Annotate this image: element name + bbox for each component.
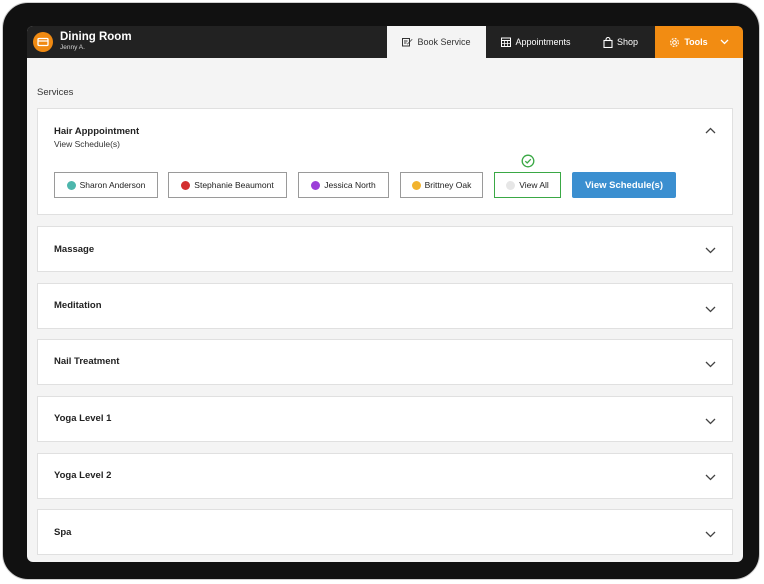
chevron-up-icon[interactable] [705, 127, 716, 134]
service-subtitle: View Schedule(s) [54, 139, 120, 149]
tab-label: Tools [684, 37, 708, 47]
color-dot [311, 180, 321, 190]
staff-name: Brittney Oak [424, 180, 472, 190]
service-title: Massage [54, 244, 95, 255]
calendar-icon [501, 37, 512, 47]
staff-chip-view-all[interactable]: View All [494, 172, 561, 198]
chevron-down-icon[interactable] [705, 418, 716, 425]
chevron-down-icon[interactable] [705, 531, 716, 538]
service-title: Nail Treatment [54, 356, 120, 367]
staff-chip-sharon-anderson[interactable]: Sharon Anderson [54, 172, 158, 198]
service-title: Yoga Level 2 [54, 470, 112, 481]
chevron-down-icon [720, 39, 729, 45]
section-label: Services [37, 87, 74, 98]
staff-name: View All [519, 180, 549, 190]
staff-name: Sharon Anderson [79, 180, 146, 190]
edit-icon [402, 38, 413, 47]
chevron-down-icon[interactable] [705, 474, 716, 481]
tab-label: Shop [616, 37, 639, 47]
check-circle-icon [521, 154, 535, 168]
chevron-down-icon[interactable] [705, 247, 716, 254]
credit-card-icon [33, 32, 53, 52]
tab-tools[interactable]: Tools [655, 26, 743, 58]
staff-chip-brittney-oak[interactable]: Brittney Oak [400, 172, 483, 198]
color-dot [66, 180, 76, 190]
view-schedules-button[interactable]: View Schedule(s) [572, 172, 676, 198]
service-panel-yoga-level-2[interactable]: Yoga Level 2 [37, 453, 733, 499]
staff-chip-stephanie-beaumont[interactable]: Stephanie Beaumont [168, 172, 287, 198]
service-panel-nail-treatment[interactable]: Nail Treatment [37, 339, 733, 385]
app-screen: Dining Room Jenny A. Book Service Appoin… [27, 26, 743, 562]
top-bar: Dining Room Jenny A. Book Service Appoin… [27, 26, 743, 58]
color-dot [506, 180, 516, 190]
chevron-down-icon[interactable] [705, 306, 716, 313]
service-panel-spa[interactable]: Spa [37, 509, 733, 555]
staff-name: Stephanie Beaumont [194, 180, 274, 190]
service-title: Spa [54, 527, 72, 538]
service-panel-meditation[interactable]: Meditation [37, 283, 733, 329]
color-dot [181, 180, 191, 190]
tab-label: Appointments [515, 37, 571, 47]
service-title: Yoga Level 1 [54, 413, 112, 424]
tablet-frame: Dining Room Jenny A. Book Service Appoin… [2, 2, 760, 580]
chevron-down-icon[interactable] [705, 361, 716, 368]
tab-shop[interactable]: Shop [586, 26, 655, 58]
gear-icon [670, 37, 680, 47]
app-title: Dining Room [60, 31, 132, 43]
staff-chip-jessica-north[interactable]: Jessica North [298, 172, 389, 198]
tab-book-service[interactable]: Book Service [387, 26, 486, 58]
shopping-bag-icon [603, 36, 613, 48]
staff-name: Jessica North [324, 180, 376, 190]
service-panel-massage[interactable]: Massage [37, 226, 733, 272]
service-title: Hair Apppointment [54, 126, 140, 137]
tab-appointments[interactable]: Appointments [486, 26, 586, 58]
color-dot [411, 180, 421, 190]
service-panel-yoga-level-1[interactable]: Yoga Level 1 [37, 396, 733, 442]
user-name: Jenny A. [60, 44, 85, 51]
service-title: Meditation [54, 300, 102, 311]
tab-label: Book Service [417, 37, 471, 47]
service-panel-hair: Hair Apppointment View Schedule(s) Sharo… [37, 108, 733, 215]
